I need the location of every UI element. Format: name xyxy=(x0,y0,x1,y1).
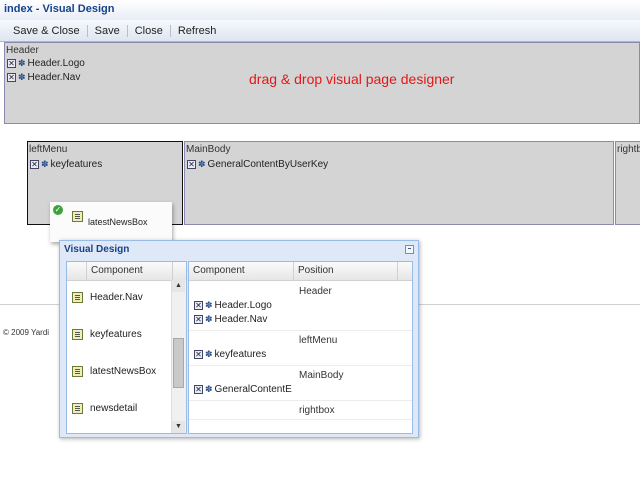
gear-icon[interactable]: ✽ xyxy=(198,160,206,169)
component-label: Header.Nav xyxy=(214,314,268,325)
gear-icon[interactable]: ✽ xyxy=(205,315,213,324)
placed-component[interactable]: ✕ ✽ Header.Logo xyxy=(194,300,272,311)
position-label: leftMenu xyxy=(299,335,338,346)
row-divider xyxy=(189,365,412,366)
main-body-label: MainBody xyxy=(186,144,231,155)
component-label: Header.Nav xyxy=(27,72,81,83)
palette-item[interactable]: latestNewsBox xyxy=(72,366,156,377)
save-button[interactable]: Save xyxy=(88,25,127,37)
row-divider xyxy=(189,419,412,420)
palette-item[interactable]: keyfeatures xyxy=(72,329,142,340)
position-label: rightbox xyxy=(299,405,335,416)
check-icon: ✓ xyxy=(53,205,63,215)
remove-icon[interactable]: ✕ xyxy=(194,350,203,359)
position-label: MainBody xyxy=(299,370,344,381)
header-region[interactable]: Header ✕ ✽ Header.Logo ✕ ✽ Header.Nav dr… xyxy=(4,42,640,124)
palette-item-label: keyfeatures xyxy=(90,329,142,340)
grid-header: Component xyxy=(67,262,186,281)
right-box-label: rightbox xyxy=(617,144,640,155)
save-close-button[interactable]: Save & Close xyxy=(6,25,87,37)
palette-item[interactable]: newsdetail xyxy=(72,403,137,414)
toolbar: Save & Close Save Close Refresh xyxy=(0,20,640,42)
component-label: GeneralContentByUserKey xyxy=(207,159,329,170)
palette-item-label: Header.Nav xyxy=(90,292,143,303)
window-title: index - Visual Design xyxy=(0,0,640,20)
component-icon xyxy=(72,403,83,414)
palette-item-label: newsdetail xyxy=(90,403,138,414)
gear-icon[interactable]: ✽ xyxy=(205,350,213,359)
general-content-component[interactable]: ✕ ✽ GeneralContentByUserKey xyxy=(187,159,328,170)
component-icon xyxy=(72,366,83,377)
component-label: keyfeatures xyxy=(214,349,267,360)
scroll-down-icon[interactable]: ▼ xyxy=(172,421,185,433)
minimize-icon[interactable] xyxy=(405,245,414,254)
visual-design-dialog: Visual Design Component Header.Nav keyfe… xyxy=(59,240,419,438)
gear-icon[interactable]: ✽ xyxy=(18,59,26,68)
palette-scrollbar[interactable]: ▲ ▼ xyxy=(171,280,186,433)
gear-icon[interactable]: ✽ xyxy=(18,73,26,82)
component-icon xyxy=(72,329,83,340)
scroll-up-icon[interactable]: ▲ xyxy=(172,280,185,292)
grid-header: Component Position xyxy=(189,262,412,281)
designer-banner: drag & drop visual page designer xyxy=(249,71,455,87)
header-nav-component[interactable]: ✕ ✽ Header.Nav xyxy=(7,72,80,83)
gear-icon[interactable]: ✽ xyxy=(205,385,213,394)
drag-proxy-label: latestNewsBox xyxy=(88,217,148,227)
component-label: GeneralContentE xyxy=(214,384,292,395)
remove-icon[interactable]: ✕ xyxy=(194,385,203,394)
grid-header-spacer xyxy=(67,262,87,280)
palette-item[interactable]: Header.Nav xyxy=(72,292,143,303)
dialog-title: Visual Design xyxy=(64,244,130,255)
keyfeatures-component[interactable]: ✕ ✽ keyfeatures xyxy=(30,159,102,170)
position-label: Header xyxy=(299,286,332,297)
component-column-header[interactable]: Component xyxy=(189,262,294,280)
right-box-region[interactable]: rightbox xyxy=(615,141,640,225)
palette-item-label: latestNewsBox xyxy=(90,366,157,377)
main-body-region[interactable]: MainBody ✕ ✽ GeneralContentByUserKey xyxy=(184,141,614,225)
header-logo-component[interactable]: ✕ ✽ Header.Logo xyxy=(7,58,85,69)
component-palette-grid: Component Header.Nav keyfeatures latestN… xyxy=(66,261,187,434)
component-icon xyxy=(72,211,83,222)
component-icon xyxy=(72,292,83,303)
placed-component[interactable]: ✕ ✽ keyfeatures xyxy=(194,349,266,360)
component-label: Header.Logo xyxy=(27,58,85,69)
remove-icon[interactable]: ✕ xyxy=(194,315,203,324)
row-divider xyxy=(189,330,412,331)
remove-icon[interactable]: ✕ xyxy=(7,59,16,68)
footer-copyright: © 2009 Yardi xyxy=(3,328,50,337)
placed-component[interactable]: ✕ ✽ GeneralContentE xyxy=(194,384,292,395)
header-region-label: Header xyxy=(6,45,39,56)
component-column-header[interactable]: Component xyxy=(87,262,173,280)
component-label: Header.Logo xyxy=(214,300,272,311)
remove-icon[interactable]: ✕ xyxy=(187,160,196,169)
component-label: keyfeatures xyxy=(50,159,103,170)
remove-icon[interactable]: ✕ xyxy=(194,301,203,310)
position-column-header[interactable]: Position xyxy=(294,262,398,280)
refresh-button[interactable]: Refresh xyxy=(171,25,224,37)
placement-grid: Component Position Header ✕ ✽ Header.Log… xyxy=(188,261,413,434)
gear-icon[interactable]: ✽ xyxy=(41,160,49,169)
close-button[interactable]: Close xyxy=(128,25,170,37)
drag-proxy[interactable]: ✓ latestNewsBox xyxy=(50,202,172,242)
gear-icon[interactable]: ✽ xyxy=(205,301,213,310)
remove-icon[interactable]: ✕ xyxy=(7,73,16,82)
row-divider xyxy=(189,400,412,401)
scroll-thumb[interactable] xyxy=(173,338,184,388)
placed-component[interactable]: ✕ ✽ Header.Nav xyxy=(194,314,267,325)
remove-icon[interactable]: ✕ xyxy=(30,160,39,169)
left-menu-label: leftMenu xyxy=(29,144,68,155)
